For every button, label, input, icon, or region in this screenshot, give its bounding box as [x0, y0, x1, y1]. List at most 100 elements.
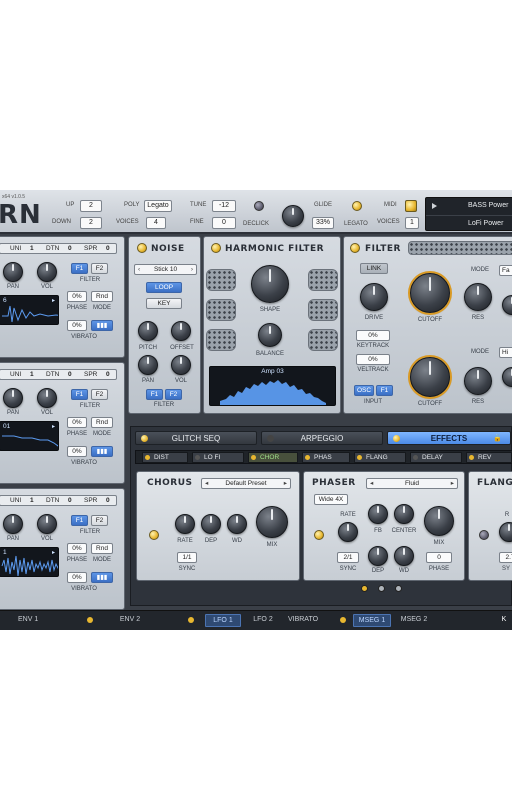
tab-lfo-1[interactable]: LFO 1: [205, 614, 241, 627]
osc-f1-button[interactable]: F1: [71, 515, 88, 526]
dtn-value[interactable]: 0: [68, 496, 72, 506]
filter-f1-button[interactable]: F1: [376, 385, 393, 396]
noise-enable-led[interactable]: [137, 243, 147, 253]
osc-vol-knob[interactable]: [37, 514, 57, 534]
down-field[interactable]: 2: [80, 217, 102, 229]
phaser-fb-knob[interactable]: [368, 504, 388, 524]
tab-vibrato[interactable]: VIBRATO: [283, 614, 323, 627]
phaser-dep-knob[interactable]: [368, 546, 388, 566]
glide-knob[interactable]: [282, 205, 304, 227]
phaser-sync-field[interactable]: 2/1: [337, 552, 359, 563]
voices-field[interactable]: 4: [146, 217, 166, 229]
tune-field[interactable]: -12: [212, 200, 236, 212]
noise-key-button[interactable]: KEY: [146, 298, 182, 309]
osc-f1-button[interactable]: F1: [71, 263, 88, 274]
veltrack-field[interactable]: 0%: [356, 354, 390, 365]
uni-value[interactable]: 1: [30, 496, 34, 506]
chorus-rate-knob[interactable]: [175, 514, 195, 534]
osc-vibrato-bars-button[interactable]: ▮▮▮: [91, 572, 113, 583]
fx-chip-chor[interactable]: CHOR: [248, 452, 298, 463]
noise-f1-button[interactable]: F1: [146, 389, 163, 400]
page-dot[interactable]: [361, 585, 368, 592]
chevron-left-icon[interactable]: ◂: [370, 479, 373, 489]
filter-res-knob[interactable]: [464, 283, 492, 311]
k-icon[interactable]: K: [496, 614, 512, 627]
osc-wave-display[interactable]: 1 ▸: [0, 547, 59, 577]
filter-osc-button[interactable]: OSC: [354, 385, 374, 396]
spr-value[interactable]: 0: [106, 370, 110, 380]
phaser-center-knob[interactable]: [394, 504, 414, 524]
tab-lfo-2[interactable]: LFO 2: [245, 614, 281, 627]
osc-wave-display[interactable]: 01 ▸: [0, 421, 59, 451]
filter-enable-led[interactable]: [350, 243, 360, 253]
fx-chip-phas[interactable]: PHAS: [302, 452, 350, 463]
voices2-field[interactable]: 1: [405, 217, 419, 229]
page-dot[interactable]: [395, 585, 402, 592]
tab-effects[interactable]: EFFECTS 🔒: [387, 431, 511, 445]
lock-icon[interactable]: 🔒: [493, 432, 502, 445]
osc-phase-field[interactable]: 0%: [67, 543, 87, 554]
osc-vibrato-field[interactable]: 0%: [67, 446, 87, 457]
chorus-sync-field[interactable]: 1/1: [177, 552, 197, 563]
phaser-preset-dropdown[interactable]: ◂ Fluid ▸: [366, 478, 458, 489]
tab-env-2[interactable]: ENV 2: [100, 614, 160, 627]
chevron-right-icon[interactable]: ›: [191, 265, 193, 275]
keytrack-field[interactable]: 0%: [356, 330, 390, 341]
tab-arpeggio[interactable]: ARPEGGIO: [261, 431, 383, 445]
osc-mode-field[interactable]: Rnd: [91, 291, 113, 302]
preset-line-2[interactable]: LoFi Power: [426, 215, 512, 231]
filter2-extra-knob[interactable]: [502, 367, 512, 387]
phaser-mix-knob[interactable]: [424, 506, 454, 536]
legato-led[interactable]: [352, 201, 362, 211]
glide-field[interactable]: 33%: [312, 217, 334, 229]
dtn-value[interactable]: 0: [68, 370, 72, 380]
harmonic-display[interactable]: Amp 03: [209, 366, 336, 406]
dtn-value[interactable]: 0: [68, 244, 72, 254]
chorus-preset-dropdown[interactable]: ◂ Default Preset ▸: [201, 478, 291, 489]
filter-mode2-field[interactable]: Hi: [499, 347, 512, 358]
osc-vibrato-field[interactable]: 0%: [67, 572, 87, 583]
harmonic-balance-knob[interactable]: [258, 323, 282, 347]
osc-pan-knob[interactable]: [3, 388, 23, 408]
play-icon[interactable]: [432, 203, 437, 209]
filter-drive-knob[interactable]: [360, 283, 388, 311]
up-field[interactable]: 2: [80, 200, 102, 212]
chorus-dep-knob[interactable]: [201, 514, 221, 534]
fx-chip-flang[interactable]: FLANG: [354, 452, 406, 463]
chorus-enable-led[interactable]: [149, 530, 159, 540]
osc-mode-field[interactable]: Rnd: [91, 417, 113, 428]
fine-field[interactable]: 0: [212, 217, 236, 229]
osc-vibrato-bars-button[interactable]: ▮▮▮: [91, 320, 113, 331]
osc-phase-field[interactable]: 0%: [67, 417, 87, 428]
chevron-right-icon[interactable]: ▸: [451, 479, 454, 489]
osc-wave-display[interactable]: 6 ▸: [0, 295, 59, 325]
chevron-left-icon[interactable]: ‹: [138, 265, 140, 275]
flanger-sync-field[interactable]: 2.7: [499, 552, 512, 563]
chevron-left-icon[interactable]: ◂: [205, 479, 208, 489]
noise-vol-knob[interactable]: [171, 355, 191, 375]
harmonic-shape-knob[interactable]: [251, 265, 289, 303]
uni-value[interactable]: 1: [30, 244, 34, 254]
preset-line-1[interactable]: BASS Power: [426, 198, 512, 214]
phaser-rate-knob[interactable]: [338, 522, 358, 542]
noise-pitch-knob[interactable]: [138, 321, 158, 341]
tab-env-1[interactable]: ENV 1: [0, 614, 70, 627]
fx-chip-lofi[interactable]: LO FI: [192, 452, 244, 463]
osc-vibrato-field[interactable]: 0%: [67, 320, 87, 331]
noise-pan-knob[interactable]: [138, 355, 158, 375]
noise-f2-button[interactable]: F2: [165, 389, 182, 400]
filter-extra-knob[interactable]: [502, 295, 512, 315]
harmonic-enable-led[interactable]: [211, 243, 221, 253]
osc-pan-knob[interactable]: [3, 262, 23, 282]
noise-type-dropdown[interactable]: ‹ Stick 10 ›: [134, 264, 197, 275]
declick-led[interactable]: [254, 201, 264, 211]
osc-mode-field[interactable]: Rnd: [91, 543, 113, 554]
filter2-cutoff-knob[interactable]: [410, 357, 450, 397]
flanger-enable-led[interactable]: [479, 530, 489, 540]
page-dot[interactable]: [378, 585, 385, 592]
uni-value[interactable]: 1: [30, 370, 34, 380]
noise-offset-knob[interactable]: [171, 321, 191, 341]
osc-pan-knob[interactable]: [3, 514, 23, 534]
osc-f2-button[interactable]: F2: [91, 515, 108, 526]
noise-loop-button[interactable]: LOOP: [146, 282, 182, 293]
